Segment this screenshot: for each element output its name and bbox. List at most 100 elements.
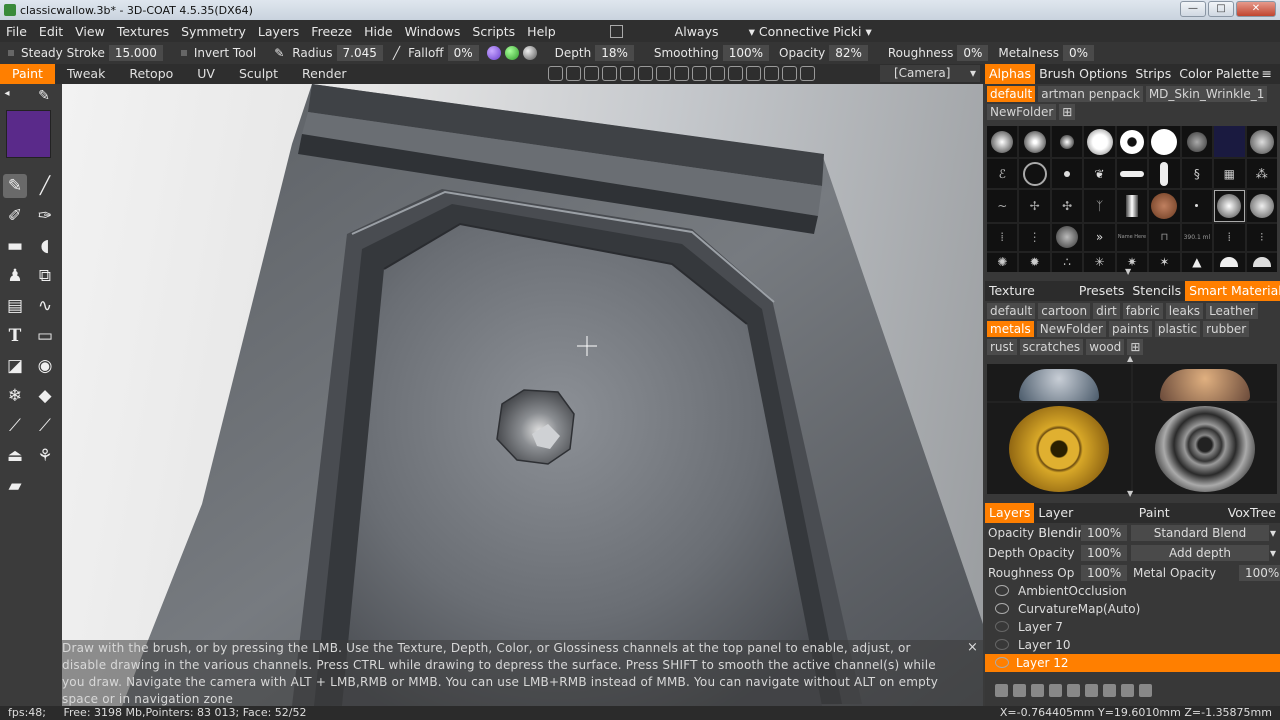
category-wood[interactable]: wood bbox=[1086, 339, 1125, 355]
alpha-thumb[interactable]: ⁞ bbox=[987, 223, 1018, 251]
maximize-button[interactable]: □ bbox=[1208, 1, 1234, 17]
close-hint-icon[interactable]: × bbox=[967, 640, 978, 655]
connective-dropdown[interactable]: ▾ Connective Picki ▾ bbox=[741, 24, 880, 39]
tab-layers[interactable]: Layers bbox=[985, 503, 1035, 523]
alpha-thumb[interactable] bbox=[1084, 126, 1115, 158]
menu-view[interactable]: View bbox=[69, 24, 111, 39]
merge-down-icon[interactable] bbox=[1103, 684, 1116, 697]
always-dropdown[interactable]: Always bbox=[631, 24, 741, 39]
tab-brush-options[interactable]: Brush Options bbox=[1035, 64, 1131, 84]
roughness-value[interactable]: 0% bbox=[957, 45, 989, 61]
alpha-thumb[interactable]: ✳ bbox=[1084, 252, 1115, 272]
menu-edit[interactable]: Edit bbox=[33, 24, 69, 39]
alpha-thumb[interactable] bbox=[1116, 126, 1148, 158]
scroll-down-icon[interactable]: ▼ bbox=[1125, 267, 1131, 276]
duplicate-layer-icon[interactable] bbox=[1031, 684, 1044, 697]
alpha-thumb[interactable]: ✢ bbox=[1019, 190, 1050, 222]
curve-tool[interactable]: ∿ bbox=[33, 294, 57, 318]
category-leather[interactable]: Leather bbox=[1206, 303, 1258, 319]
tab-render[interactable]: Render bbox=[290, 64, 359, 84]
panel-menu-icon[interactable]: ≡ bbox=[1258, 64, 1276, 84]
layer-item[interactable]: Layer 7 bbox=[985, 618, 1280, 636]
metal-opacity-value[interactable]: 100% bbox=[1239, 565, 1280, 581]
material-thumb[interactable] bbox=[987, 403, 1131, 494]
alpha-thumb[interactable] bbox=[1116, 159, 1148, 189]
butterfly-tool[interactable]: ⚘ bbox=[33, 444, 57, 468]
always-checkbox[interactable] bbox=[609, 24, 623, 38]
alpha-thumb[interactable]: ✺ bbox=[987, 252, 1018, 272]
pressure-icon[interactable]: ✎ bbox=[270, 46, 288, 60]
category-plastic[interactable]: plastic bbox=[1154, 321, 1201, 337]
category-metals[interactable]: metals bbox=[987, 321, 1034, 337]
tab-paint-objects[interactable]: Paint Objects bbox=[1135, 503, 1224, 540]
tab-uv[interactable]: UV bbox=[185, 64, 227, 84]
alpha-thumb[interactable] bbox=[1246, 252, 1277, 272]
play-icon[interactable] bbox=[674, 66, 689, 81]
alpha-thumb[interactable] bbox=[1181, 126, 1213, 158]
close-window-button[interactable]: ✕ bbox=[1236, 1, 1276, 17]
material-thumb[interactable] bbox=[1133, 403, 1277, 494]
cube-tool[interactable]: ⧉ bbox=[33, 264, 57, 288]
invert-tool-checkbox[interactable] bbox=[180, 50, 187, 56]
merge-layer-icon[interactable] bbox=[1049, 684, 1062, 697]
category-newfolder[interactable]: NewFolder bbox=[1036, 321, 1106, 337]
falloff-value[interactable]: 0% bbox=[447, 45, 479, 61]
alpha-folder-md-skin[interactable]: MD_Skin_Wrinkle_1 bbox=[1145, 86, 1268, 102]
drop-icon[interactable] bbox=[584, 66, 599, 81]
falloff-pen-icon[interactable]: ╱ bbox=[389, 46, 404, 60]
tab-smart-materials[interactable]: Smart Materials bbox=[1185, 281, 1280, 301]
category-paints[interactable]: paints bbox=[1108, 321, 1152, 337]
ruler-tool[interactable]: ▰ bbox=[3, 474, 27, 498]
alpha-thumb[interactable] bbox=[1214, 190, 1245, 222]
category-dirt[interactable]: dirt bbox=[1093, 303, 1120, 319]
tab-sculpt[interactable]: Sculpt bbox=[227, 64, 290, 84]
alpha-thumb[interactable]: » bbox=[1084, 223, 1115, 251]
grey-ball-icon[interactable] bbox=[522, 46, 537, 60]
material-thumb[interactable] bbox=[987, 364, 1131, 401]
tab-color-palette[interactable]: Color Palette bbox=[1175, 64, 1263, 84]
radius-value[interactable]: 7.045 bbox=[336, 45, 383, 61]
move-icon[interactable] bbox=[638, 66, 653, 81]
blend-mode-select[interactable]: Standard Blend bbox=[1131, 525, 1269, 541]
alpha-thumb[interactable]: ⁝ bbox=[1246, 223, 1277, 251]
roughness-opacity-value[interactable]: 100% bbox=[1081, 565, 1128, 581]
collapse-arrow-icon[interactable]: ◂ bbox=[2, 86, 12, 100]
move-up-icon[interactable] bbox=[1067, 684, 1080, 697]
alpha-thumb[interactable]: § bbox=[1181, 159, 1213, 189]
alpha-thumb[interactable]: ▲ bbox=[1181, 252, 1213, 272]
layer-opacity-value[interactable]: 100% bbox=[1081, 525, 1128, 541]
menu-help[interactable]: Help bbox=[521, 24, 562, 39]
category-cartoon[interactable]: cartoon bbox=[1038, 303, 1091, 319]
green-ball-icon[interactable] bbox=[504, 46, 519, 60]
pipette-tool[interactable]: ⟋ bbox=[3, 414, 27, 438]
category-rust[interactable]: rust bbox=[987, 339, 1017, 355]
visibility-eye-icon[interactable] bbox=[995, 657, 1009, 668]
dot-icon[interactable] bbox=[566, 66, 581, 81]
text-tool[interactable]: T bbox=[3, 324, 27, 348]
3d-viewport[interactable] bbox=[62, 84, 983, 706]
paint-bucket-tool[interactable]: ◆ bbox=[33, 384, 57, 408]
alpha-thumb[interactable] bbox=[1051, 159, 1083, 189]
eraser-tool[interactable]: ◪ bbox=[3, 354, 27, 378]
tab-paint[interactable]: Paint bbox=[0, 64, 55, 84]
alpha-thumb[interactable] bbox=[1149, 190, 1180, 222]
smoothing-value[interactable]: 100% bbox=[722, 45, 770, 61]
layer-item-selected[interactable]: Layer 12 bbox=[985, 654, 1280, 672]
menu-freeze[interactable]: Freeze bbox=[305, 24, 358, 39]
layer-item[interactable]: Layer 10 bbox=[985, 636, 1280, 654]
brush-alt-tool[interactable]: ⟋ bbox=[33, 414, 57, 438]
alpha-thumb[interactable] bbox=[987, 126, 1018, 158]
screen-icon[interactable] bbox=[800, 66, 815, 81]
zoom-icon[interactable] bbox=[656, 66, 671, 81]
alpha-thumb[interactable]: ⋮ bbox=[1019, 223, 1050, 251]
line-tool[interactable]: ▬ bbox=[3, 234, 27, 258]
depth-mode-select[interactable]: Add depth bbox=[1131, 545, 1269, 561]
stamp-tool[interactable]: ♟ bbox=[3, 264, 27, 288]
opacity-value[interactable]: 82% bbox=[829, 45, 868, 61]
tab-strips[interactable]: Strips bbox=[1131, 64, 1175, 84]
alpha-thumb[interactable]: ~ bbox=[987, 190, 1018, 222]
category-fabric[interactable]: fabric bbox=[1122, 303, 1163, 319]
eye-tool[interactable]: ◉ bbox=[33, 354, 57, 378]
folder-icon[interactable] bbox=[1121, 684, 1134, 697]
menu-scripts[interactable]: Scripts bbox=[466, 24, 521, 39]
